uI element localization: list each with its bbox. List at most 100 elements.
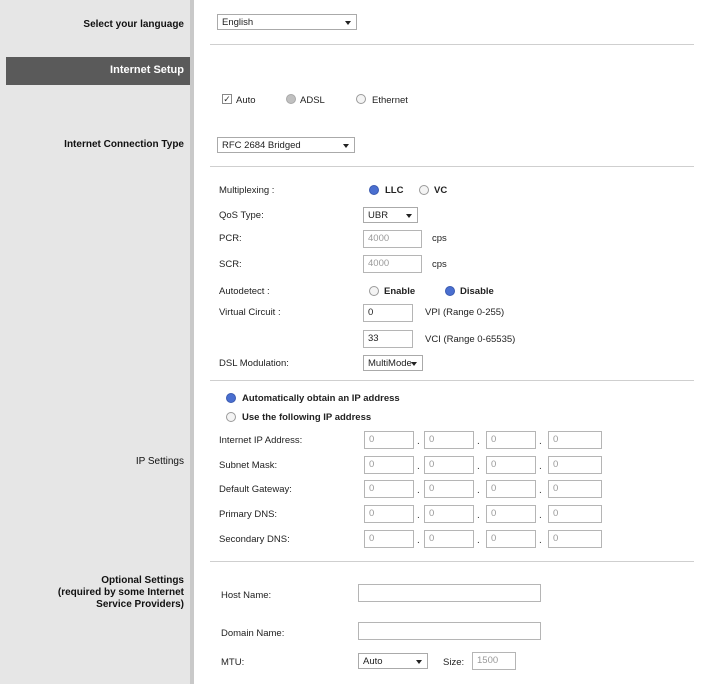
connection-type-select[interactable]: RFC 2684 Bridged <box>217 137 355 153</box>
ip-octet-input[interactable]: 0 <box>424 456 474 474</box>
divider <box>210 166 694 167</box>
chevron-down-icon <box>411 362 417 366</box>
octet-separator: . <box>477 535 480 546</box>
autodetect-enable-radio[interactable] <box>369 286 379 296</box>
ip-octet-input[interactable]: 0 <box>486 456 536 474</box>
auto-ip-radio[interactable] <box>226 393 236 403</box>
ip-octet-input[interactable]: 0 <box>548 505 602 523</box>
ethernet-label: Ethernet <box>372 95 408 106</box>
qos-select[interactable]: UBR <box>363 207 418 223</box>
domain-name-label: Domain Name: <box>221 628 285 639</box>
octet-separator: . <box>417 485 420 496</box>
ethernet-radio[interactable] <box>356 94 366 104</box>
adsl-label: ADSL <box>300 95 325 106</box>
autodetect-disable-label: Disable <box>460 286 494 297</box>
autodetect-disable-radio[interactable] <box>445 286 455 296</box>
scr-input[interactable]: 4000 <box>363 255 422 273</box>
sidebar-divider <box>190 0 194 684</box>
qos-value: UBR <box>368 210 389 221</box>
vpi-input[interactable]: 0 <box>363 304 413 322</box>
ip-octet-input[interactable]: 0 <box>364 480 414 498</box>
ip-octet-input[interactable]: 0 <box>548 530 602 548</box>
ip-octet-input[interactable]: 0 <box>424 505 474 523</box>
host-name-label: Host Name: <box>221 590 272 601</box>
chevron-down-icon <box>406 214 412 218</box>
ip-row-label: Subnet Mask: <box>219 460 278 471</box>
ip-octet-input[interactable]: 0 <box>486 431 536 449</box>
section-title: Internet Setup <box>110 64 184 76</box>
ip-octet-input[interactable]: 0 <box>486 480 536 498</box>
llc-label: LLC <box>385 185 404 196</box>
chevron-down-icon <box>345 21 351 25</box>
mtu-label: MTU: <box>221 657 245 668</box>
dsl-modulation-value: MultiMode <box>368 358 412 369</box>
mtu-select[interactable]: Auto <box>358 653 428 669</box>
octet-separator: . <box>477 461 480 472</box>
octet-separator: . <box>477 510 480 521</box>
ip-settings-label: IP Settings <box>135 456 184 467</box>
octet-separator: . <box>539 436 542 447</box>
llc-radio[interactable] <box>369 185 379 195</box>
static-ip-radio[interactable] <box>226 412 236 422</box>
vc-radio[interactable] <box>419 185 429 195</box>
ip-octet-input[interactable]: 0 <box>364 431 414 449</box>
auto-ip-label: Automatically obtain an IP address <box>242 393 400 404</box>
octet-separator: . <box>539 461 542 472</box>
qos-label: QoS Type: <box>219 210 264 221</box>
octet-separator: . <box>539 510 542 521</box>
ip-octet-input[interactable]: 0 <box>364 456 414 474</box>
vpi-range-label: VPI (Range 0-255) <box>425 307 505 318</box>
language-select[interactable]: English <box>217 14 357 30</box>
dsl-modulation-label: DSL Modulation: <box>219 358 289 369</box>
auto-label: Auto <box>236 95 256 106</box>
size-label: Size: <box>443 657 465 668</box>
octet-separator: . <box>539 535 542 546</box>
connection-type-value: RFC 2684 Bridged <box>222 140 301 151</box>
pcr-unit: cps <box>432 233 447 244</box>
octet-separator: . <box>539 485 542 496</box>
virtual-circuit-label: Virtual Circuit : <box>219 307 281 318</box>
vci-range-label: VCI (Range 0-65535) <box>425 334 516 345</box>
pcr-input[interactable]: 4000 <box>363 230 422 248</box>
octet-separator: . <box>477 436 480 447</box>
octet-separator: . <box>417 510 420 521</box>
ip-octet-input[interactable]: 0 <box>424 530 474 548</box>
ip-row-label: Internet IP Address: <box>219 435 303 446</box>
octet-separator: . <box>417 461 420 472</box>
mtu-size-input[interactable]: 1500 <box>472 652 516 670</box>
ip-row-label: Secondary DNS: <box>219 534 290 545</box>
host-name-input[interactable] <box>358 584 541 602</box>
ip-octet-input[interactable]: 0 <box>486 530 536 548</box>
ip-octet-input[interactable]: 0 <box>364 505 414 523</box>
ip-octet-input[interactable]: 0 <box>364 530 414 548</box>
connection-type-label: Internet Connection Type <box>64 139 184 150</box>
optional-settings-label-3: Service Providers) <box>96 599 184 610</box>
ip-octet-input[interactable]: 0 <box>424 431 474 449</box>
adsl-radio[interactable] <box>286 94 296 104</box>
divider <box>210 380 694 381</box>
section-header: Internet Setup <box>6 57 190 85</box>
optional-settings-label-1: Optional Settings <box>101 575 184 586</box>
ip-octet-input[interactable]: 0 <box>548 431 602 449</box>
ip-row-label: Primary DNS: <box>219 509 278 520</box>
chevron-down-icon <box>416 660 422 664</box>
language-label: Select your language <box>83 19 184 30</box>
mtu-value: Auto <box>363 656 383 667</box>
auto-checkbox[interactable]: ✓ <box>222 94 232 104</box>
scr-unit: cps <box>432 259 447 270</box>
chevron-down-icon <box>343 144 349 148</box>
pcr-label: PCR: <box>219 233 242 244</box>
dsl-modulation-select[interactable]: MultiMode <box>363 355 423 371</box>
ip-row-label: Default Gateway: <box>219 484 292 495</box>
divider <box>210 561 694 562</box>
multiplexing-label: Multiplexing : <box>219 185 275 196</box>
domain-name-input[interactable] <box>358 622 541 640</box>
octet-separator: . <box>417 436 420 447</box>
ip-octet-input[interactable]: 0 <box>424 480 474 498</box>
octet-separator: . <box>417 535 420 546</box>
ip-octet-input[interactable]: 0 <box>548 480 602 498</box>
ip-octet-input[interactable]: 0 <box>486 505 536 523</box>
ip-octet-input[interactable]: 0 <box>548 456 602 474</box>
vci-input[interactable]: 33 <box>363 330 413 348</box>
octet-separator: . <box>477 485 480 496</box>
